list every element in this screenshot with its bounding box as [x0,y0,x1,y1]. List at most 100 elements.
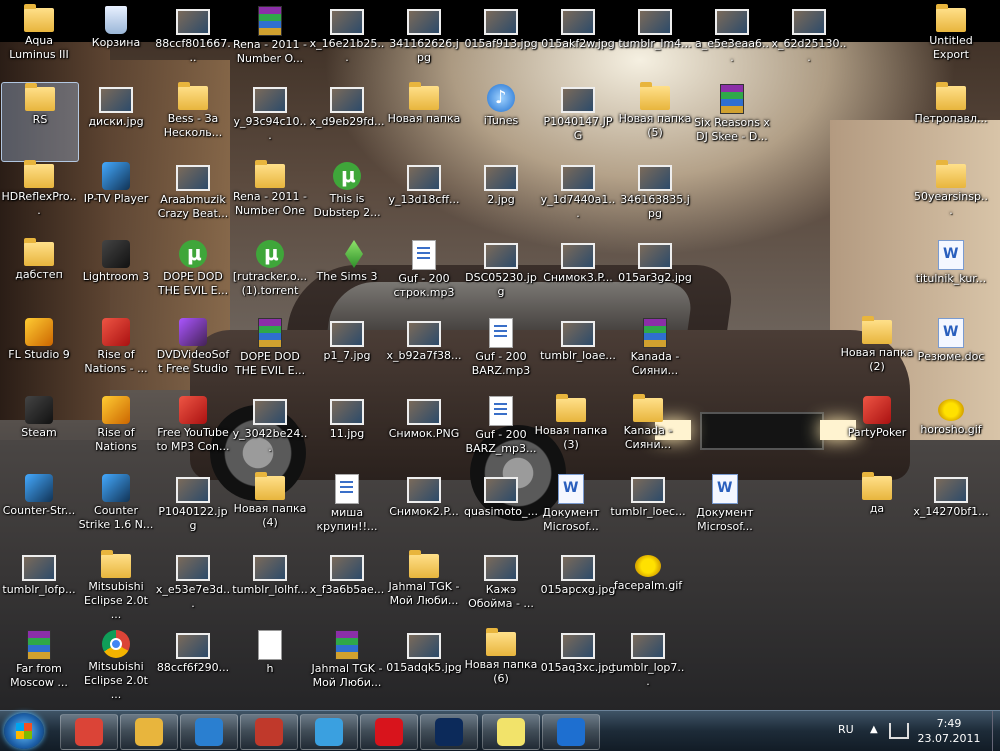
desktop-icon[interactable]: FL Studio 9 [1,316,77,394]
desktop-icon[interactable]: x_b92a7f38... [386,316,462,394]
desktop-icon[interactable]: x_d9eb29fd... [309,82,385,160]
start-button[interactable] [4,713,44,749]
desktop-icon[interactable]: Six Reasons x DJ Skee - D... [694,82,770,160]
desktop-icon[interactable]: Новая папка (3) [533,394,609,472]
desktop-icon[interactable]: Kanada - Сияни... [610,394,686,472]
desktop-icon[interactable]: Снимок3.P... [540,238,616,316]
network-icon[interactable] [889,723,909,739]
taskbar-chrome-button[interactable] [60,714,118,750]
desktop-icon[interactable]: This is Dubstep 2... [309,160,385,238]
desktop-icon[interactable]: tumblr_lolhf... [232,550,308,628]
desktop-icon[interactable]: y_3042be24... [232,394,308,472]
desktop-icon[interactable]: HDReflexPro... [1,160,77,238]
desktop-icon[interactable]: миша крупин!!... [309,472,385,550]
desktop-icon[interactable]: Резюме.doc [913,316,989,394]
desktop-icon[interactable]: Новая папка (4) [232,472,308,550]
desktop-icon[interactable]: The Sims 3 [309,238,385,316]
desktop-icon[interactable]: DSC05230.jpg [463,238,539,316]
desktop-icon[interactable]: y_93c94c10... [232,82,308,160]
desktop-icon[interactable]: tumblr_loae... [540,316,616,394]
desktop-icon[interactable]: 015af913.jpg [463,4,539,82]
desktop-icon[interactable]: horosho.gif [913,394,989,472]
desktop-icon[interactable]: диски.jpg [78,82,154,160]
desktop-icon[interactable]: Кажэ Обойма - ... [463,550,539,628]
desktop-icon[interactable]: 346163835.jpg [617,160,693,238]
desktop-icon[interactable]: Far from Moscow ... [1,628,77,706]
desktop-icon[interactable]: Rena - 2011 - Number One [232,160,308,238]
desktop-icon[interactable]: [rutracker.o... (1).torrent [232,238,308,316]
taskbar-opera-button[interactable] [360,714,418,750]
desktop-icon[interactable]: Jahmal TGK - Мой Люби... [309,628,385,706]
desktop-icon[interactable]: Jahmal TGK - Мой Люби... [386,550,462,628]
desktop-icon[interactable]: x_16e21b25... [309,4,385,82]
taskbar-virtual-drive-button[interactable] [180,714,238,750]
show-desktop-button[interactable] [992,711,1000,751]
desktop-icon[interactable]: Bess - За Несколь... [155,82,231,160]
desktop-icon[interactable]: 341162626.jpg [386,4,462,82]
desktop-icon[interactable]: h [232,628,308,706]
clock[interactable]: 7:49 23.07.2011 [910,716,988,746]
desktop-icon[interactable]: Петропавл... [913,82,989,160]
desktop-icon[interactable]: Counter Strike 1.6 N... [78,472,154,550]
desktop-icon[interactable]: tumblr_lop7... [610,628,686,706]
desktop-icon[interactable]: DOPE DOD THE EVIL E... [155,238,231,316]
desktop-icon[interactable]: Untitled Export [913,4,989,82]
desktop-icon[interactable]: tumblr_lofp... [1,550,77,628]
desktop-icon[interactable]: titulnik_kur... [913,238,989,316]
desktop-icon[interactable]: Counter-Str... [1,472,77,550]
desktop-icon[interactable]: 015akf2w.jpg [540,4,616,82]
desktop-icon[interactable]: Снимок.PNG [386,394,462,472]
desktop-icon[interactable]: Новая папка [386,82,462,160]
desktop-icon[interactable]: да [839,472,915,550]
desktop-icon[interactable]: Новая папка (2) [839,316,915,394]
desktop-icon[interactable]: 015ar3g2.jpg [617,238,693,316]
desktop-icon[interactable]: DOPE DOD THE EVIL E... [232,316,308,394]
desktop-icon[interactable]: x_e53e7e3d... [155,550,231,628]
desktop-icon[interactable]: P1040122.jpg [155,472,231,550]
desktop-icon[interactable]: Guf - 200 строк.mp3 [386,238,462,316]
desktop-icon[interactable]: Araabmuzik Crazy Beat... [155,160,231,238]
desktop-icon[interactable]: Документ Microsof... [687,472,763,550]
desktop-icon[interactable]: x_14270bf1... [913,472,989,550]
taskbar-winrar-button[interactable] [240,714,298,750]
desktop-icon[interactable]: Guf - 200 BARZ.mp3 [463,316,539,394]
desktop-icon[interactable]: PartyPoker [839,394,915,472]
desktop-icon[interactable]: 2.jpg [463,160,539,238]
desktop-icon[interactable]: facepalm.gif [610,550,686,628]
desktop-icon[interactable]: 015aq3xc.jpg [540,628,616,706]
desktop-icon[interactable]: Rena - 2011 - Number O... [232,4,308,82]
desktop-icon[interactable]: Новая папка (6) [463,628,539,706]
desktop-icon[interactable]: 50yearsinsp... [913,160,989,238]
desktop-icon[interactable]: Rise of Nations - ... [78,316,154,394]
taskbar-sticky-notes-button[interactable] [482,714,540,750]
desktop-icon[interactable]: x_62d25130... [771,4,847,82]
desktop-icon[interactable]: P1040147.JPG [540,82,616,160]
desktop-icon[interactable]: дабстеп [1,238,77,316]
desktop-icon[interactable]: RS [1,82,79,162]
desktop-icon[interactable]: Aqua Luminus III [1,4,77,82]
desktop-icon[interactable]: iTunes [463,82,539,160]
desktop-icon[interactable]: p1_7.jpg [309,316,385,394]
desktop-icon[interactable]: a_e5e3eaa6... [694,4,770,82]
desktop-icon[interactable]: Новая папка (5) [617,82,693,160]
desktop-icon[interactable]: Rise of Nations [78,394,154,472]
desktop-icon[interactable]: y_1d7440a1... [540,160,616,238]
taskbar-qip-button[interactable] [300,714,358,750]
desktop-icon[interactable]: Корзина [78,4,154,82]
desktop-icon[interactable]: Mitsubishi Eclipse 2.0t ... [78,628,154,706]
desktop-icon[interactable]: x_f3a6b5ae... [309,550,385,628]
desktop-icon[interactable]: tumblr_lm4... [617,4,693,82]
show-hidden-icons-icon[interactable]: ▲ [870,724,878,735]
language-indicator[interactable]: RU [838,723,854,736]
desktop-icon[interactable]: DVDVideoSoft Free Studio [155,316,231,394]
taskbar-itunes-button[interactable] [542,714,600,750]
desktop-icon[interactable]: Документ Microsof... [533,472,609,550]
taskbar-photoshop-button[interactable] [420,714,478,750]
desktop-icon[interactable]: tumblr_loec... [610,472,686,550]
desktop-icon[interactable]: y_13d18cff... [386,160,462,238]
desktop-icon[interactable]: IP-TV Player [78,160,154,238]
desktop-icon[interactable]: 88ccf801667... [155,4,231,82]
desktop-icon[interactable]: 88ccf6f290... [155,628,231,706]
desktop-icon[interactable]: Mitsubishi Eclipse 2.0t ... [78,550,154,628]
desktop-icon[interactable]: Снимок2.P... [386,472,462,550]
